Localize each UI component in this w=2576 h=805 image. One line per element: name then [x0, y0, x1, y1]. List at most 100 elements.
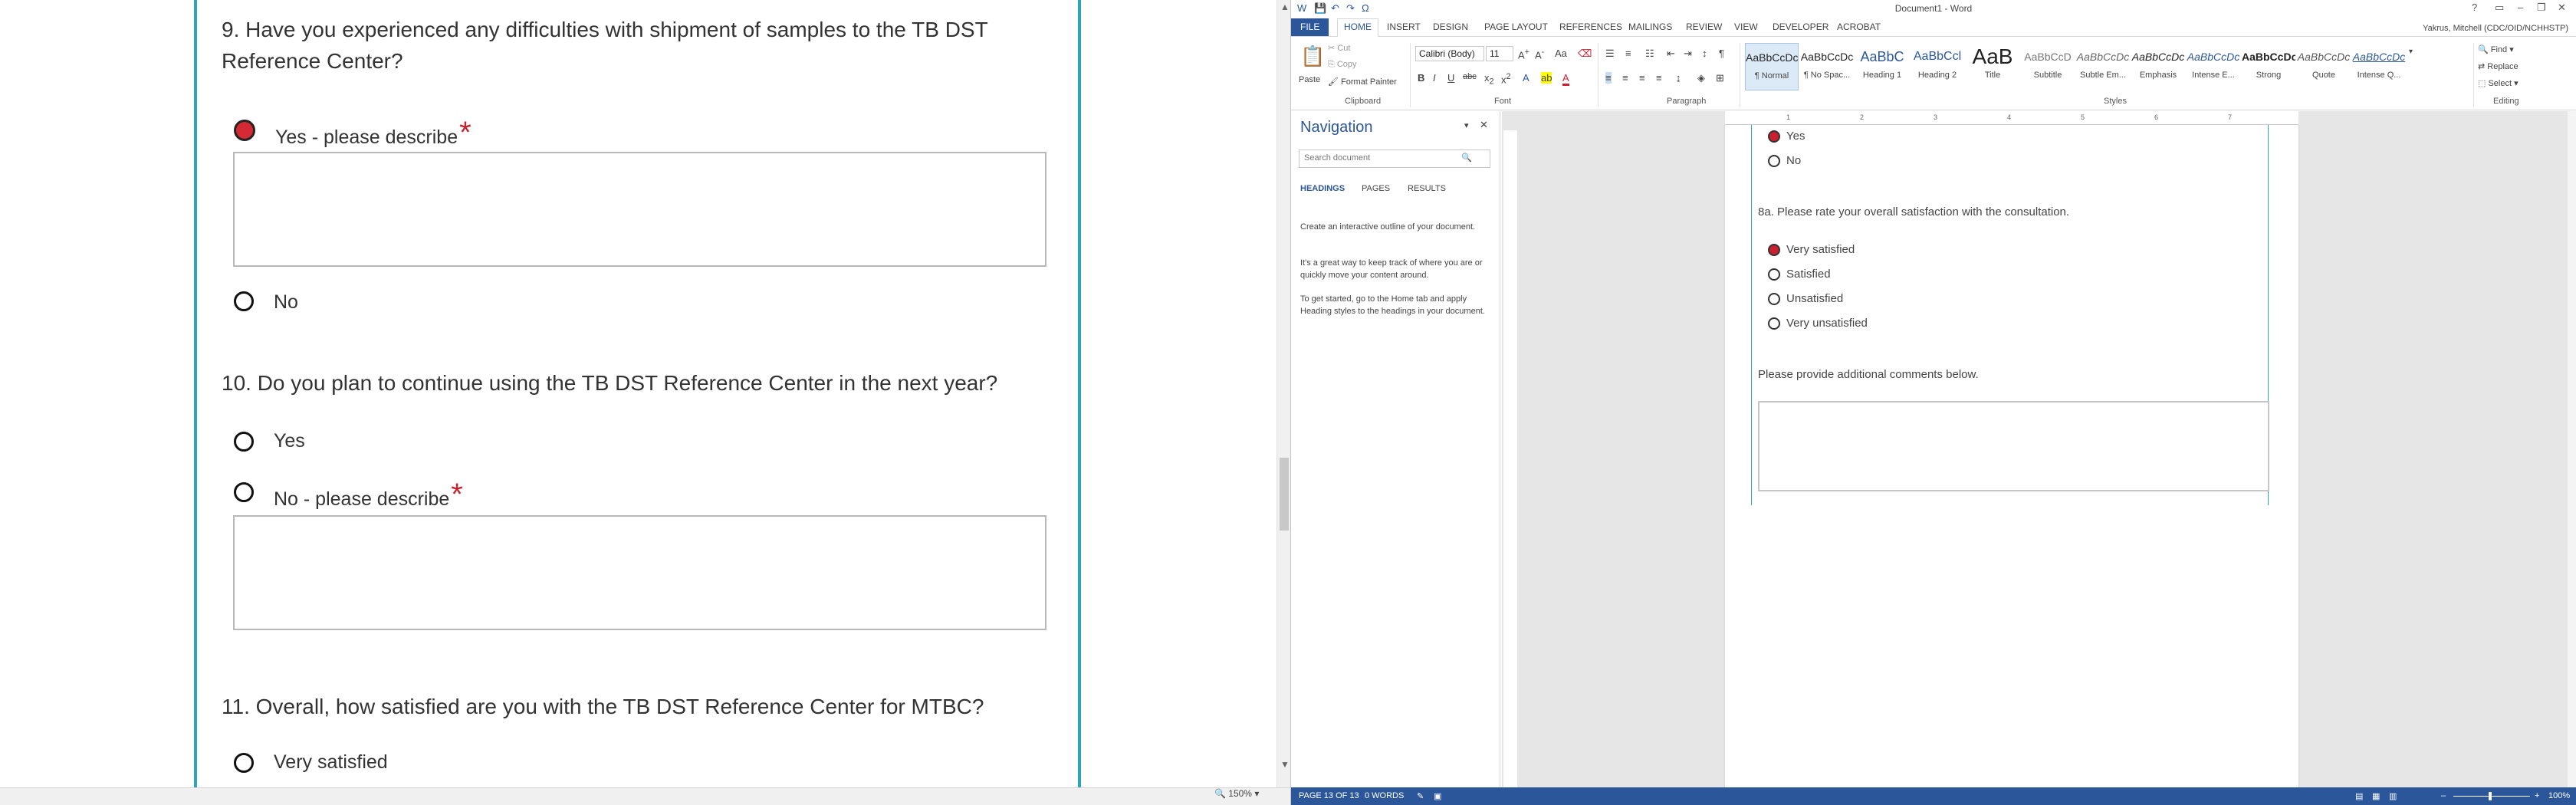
pane-options-icon[interactable]: ▾	[1464, 120, 1469, 130]
search-icon[interactable]: 🔍	[1461, 153, 1472, 163]
grow-font-icon[interactable]: A+	[1518, 48, 1530, 61]
tab-design[interactable]: DESIGN	[1433, 21, 1468, 32]
justify-icon[interactable]: ≡	[1656, 72, 1662, 84]
scroll-up-icon[interactable]: ▲	[1280, 2, 1290, 12]
ribbon-options-icon[interactable]: ▭	[2495, 2, 2504, 14]
bullets-icon[interactable]: ☰	[1605, 48, 1615, 60]
q10-option-yes[interactable]: Yes	[234, 430, 305, 452]
radio-icon[interactable]	[234, 481, 254, 502]
clear-formatting-icon[interactable]: ⌫	[1578, 48, 1592, 60]
user-account[interactable]: Yakrus, Mitchell (CDC/OID/NCHHSTP)	[2423, 24, 2568, 33]
increase-indent-icon[interactable]: ⇥	[1684, 48, 1692, 60]
zoom-slider[interactable]	[2453, 796, 2530, 797]
style-no-spacing[interactable]: AaBbCcDc ¶ No Spac...	[1800, 43, 1854, 90]
show-marks-icon[interactable]: ¶	[1719, 48, 1724, 59]
minimize-icon[interactable]: –	[2518, 2, 2523, 13]
strikethrough-icon[interactable]: abc	[1463, 72, 1477, 81]
change-case-icon[interactable]: Aa	[1555, 48, 1567, 59]
bold-icon[interactable]: B	[1418, 72, 1424, 84]
subscript-icon[interactable]: x2	[1484, 72, 1494, 87]
zoom-out-icon[interactable]: –	[2441, 791, 2446, 800]
styles-more-icon[interactable]: ▾	[2409, 48, 2413, 56]
align-left-icon[interactable]: ≡	[1605, 72, 1612, 84]
scroll-down-icon[interactable]: ▼	[1280, 759, 1290, 770]
numbering-icon[interactable]: ≡	[1625, 48, 1631, 59]
radio-icon[interactable]	[234, 752, 254, 773]
cut-button[interactable]: ✂ Cut	[1328, 43, 1350, 53]
style-quote[interactable]: AaBbCcDc Quote	[2297, 43, 2351, 90]
tab-results[interactable]: RESULTS	[1408, 184, 1446, 193]
radio-selected-icon[interactable]	[1768, 243, 1780, 256]
close-pane-icon[interactable]: ✕	[1480, 119, 1488, 131]
sort-icon[interactable]: ↕	[1702, 48, 1707, 59]
paste-button[interactable]: Paste	[1299, 75, 1320, 84]
style-strong[interactable]: AaBbCcDc Strong	[2242, 43, 2295, 90]
style-heading-1[interactable]: AaBbC Heading 1	[1855, 43, 1909, 90]
zoom-in-icon[interactable]: +	[2535, 791, 2539, 800]
survey-zoom[interactable]: 🔍 150% ▾	[1214, 788, 1259, 799]
style-subtitle[interactable]: AaBbCcD Subtitle	[2021, 43, 2075, 90]
tab-acrobat[interactable]: ACROBAT	[1837, 21, 1881, 32]
doc-option-satisfied[interactable]: Satisfied	[1768, 268, 1831, 281]
print-layout-icon[interactable]: ▦	[2372, 791, 2380, 801]
proofing-icon[interactable]: ✎	[1417, 791, 1424, 801]
comments-textbox[interactable]	[1758, 401, 2269, 491]
shading-icon[interactable]: ◈	[1697, 72, 1705, 84]
format-painter-button[interactable]: 🖌 Format Painter	[1328, 77, 1397, 87]
radio-icon[interactable]	[1768, 154, 1780, 167]
style-intense-quote[interactable]: AaBbCcDc Intense Q...	[2352, 43, 2406, 90]
style-title[interactable]: AaB Title	[1966, 43, 2019, 90]
find-button[interactable]: 🔍 Find ▾	[2478, 44, 2514, 54]
tab-references[interactable]: REFERENCES	[1559, 21, 1622, 32]
font-size-box[interactable]: 11	[1486, 46, 1513, 61]
word-count[interactable]: 0 WORDS	[1365, 791, 1404, 800]
q9-option-yes[interactable]: Yes - please describe *	[234, 105, 472, 155]
tab-home[interactable]: HOME	[1337, 18, 1378, 38]
tab-mailings[interactable]: MAILINGS	[1628, 21, 1672, 32]
radio-icon[interactable]	[234, 291, 254, 311]
style-heading-2[interactable]: AaBbCcl Heading 2	[1911, 43, 1964, 90]
style-intense-emphasis[interactable]: AaBbCcDc Intense E...	[2187, 43, 2240, 90]
italic-icon[interactable]: I	[1433, 72, 1436, 84]
paste-icon[interactable]: 📋	[1300, 44, 1325, 68]
style-emphasis[interactable]: AaBbCcDc Emphasis	[2131, 43, 2185, 90]
q10-describe-textbox[interactable]	[233, 515, 1046, 630]
radio-icon[interactable]	[234, 431, 254, 452]
underline-icon[interactable]: U	[1447, 72, 1454, 84]
tab-pages[interactable]: PAGES	[1362, 184, 1390, 193]
shrink-font-icon[interactable]: A-	[1535, 48, 1544, 61]
help-icon[interactable]: ?	[2472, 2, 2477, 13]
decrease-indent-icon[interactable]: ⇤	[1667, 48, 1675, 60]
style-subtle-emphasis[interactable]: AaBbCcDc Subtle Em...	[2076, 43, 2130, 90]
line-spacing-icon[interactable]: ↨	[1676, 72, 1681, 84]
tab-view[interactable]: VIEW	[1734, 21, 1758, 32]
q9-option-no[interactable]: No	[234, 288, 298, 314]
doc-option-no[interactable]: No	[1768, 154, 1801, 167]
document-page[interactable]: Yes No 8a. Please rate your overall sati…	[1725, 125, 2298, 787]
doc-option-very-satisfied[interactable]: Very satisfied	[1768, 243, 1855, 256]
scroll-thumb[interactable]	[1280, 458, 1289, 531]
q11-option-very-satisfied[interactable]: Very satisfied	[234, 751, 388, 774]
restore-icon[interactable]: ❐	[2537, 2, 2546, 14]
tab-review[interactable]: REVIEW	[1686, 21, 1722, 32]
font-color-icon[interactable]: A	[1562, 72, 1569, 86]
style-normal[interactable]: AaBbCcDc ¶ Normal	[1745, 43, 1799, 90]
zoom-level[interactable]: 100%	[2548, 791, 2570, 800]
copy-button[interactable]: ⎘ Copy	[1328, 60, 1357, 70]
macro-icon[interactable]: ▣	[1434, 791, 1441, 801]
multilevel-list-icon[interactable]: ☷	[1645, 48, 1654, 60]
radio-icon[interactable]	[1768, 292, 1780, 305]
highlight-icon[interactable]: ab	[1541, 72, 1552, 84]
align-right-icon[interactable]: ≡	[1639, 72, 1645, 84]
radio-icon[interactable]	[1768, 268, 1780, 281]
align-center-icon[interactable]: ≡	[1622, 72, 1628, 84]
page-count[interactable]: PAGE 13 OF 13	[1299, 791, 1359, 800]
tab-file[interactable]: FILE	[1291, 18, 1329, 36]
tab-insert[interactable]: INSERT	[1387, 21, 1421, 32]
read-mode-icon[interactable]: ▤	[2355, 791, 2363, 801]
replace-button[interactable]: ⇄ Replace	[2478, 61, 2518, 71]
doc-option-yes[interactable]: Yes	[1768, 130, 1805, 143]
text-effects-icon[interactable]: A	[1523, 72, 1530, 84]
tab-developer[interactable]: DEVELOPER	[1773, 21, 1829, 32]
tab-headings[interactable]: HEADINGS	[1300, 184, 1345, 193]
